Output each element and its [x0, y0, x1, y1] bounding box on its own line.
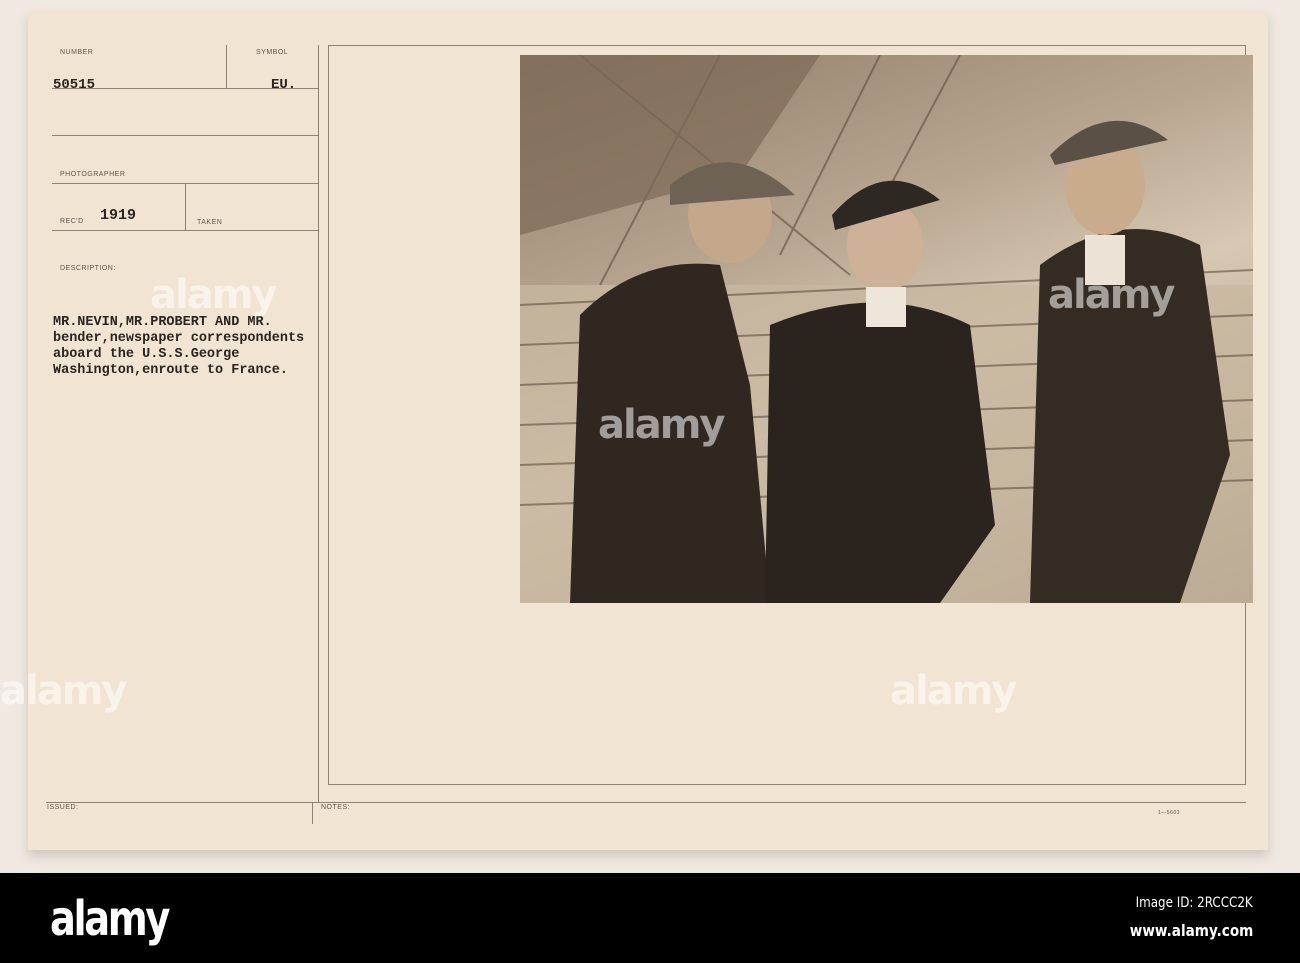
taken-label: TAKEN [197, 219, 223, 226]
watermark: alamy [1048, 272, 1175, 318]
issued-label: ISSUED: [47, 804, 79, 811]
watermark: alamy [150, 272, 277, 318]
alamy-logo: alamy [50, 891, 170, 947]
symbol-value: EU. [271, 77, 297, 93]
description-label: DESCRIPTION: [60, 265, 116, 272]
symbol-label: SYMBOL [256, 49, 289, 56]
description-text: MR.NEVIN,MR.PROBERT AND MR. bender,newsp… [53, 315, 305, 378]
divider [46, 802, 1246, 803]
notes-label: NOTES: [321, 804, 351, 811]
footer-bar: alamy Image ID: 2RCCC2K www.alamy.com [0, 873, 1300, 963]
watermark: alamy [890, 668, 1017, 714]
watermark: alamy [0, 668, 127, 714]
divider [312, 802, 313, 824]
photographer-label: PHOTOGRAPHER [60, 171, 126, 178]
site-url[interactable]: www.alamy.com [1129, 921, 1253, 940]
number-value: 50515 [53, 77, 96, 93]
watermark: alamy [598, 402, 725, 448]
number-label: NUMBER [60, 49, 94, 56]
divider [318, 45, 319, 802]
divider [185, 183, 186, 230]
divider [226, 45, 227, 88]
recd-label: REC'D [60, 218, 84, 225]
photo-illustration [520, 55, 1253, 603]
photograph [520, 55, 1253, 603]
divider [52, 230, 318, 231]
recd-year: 1919 [100, 207, 137, 224]
image-id: Image ID: 2RCCC2K [1135, 895, 1253, 911]
divider [52, 135, 318, 136]
form-code: 1—5603 [1158, 810, 1180, 816]
